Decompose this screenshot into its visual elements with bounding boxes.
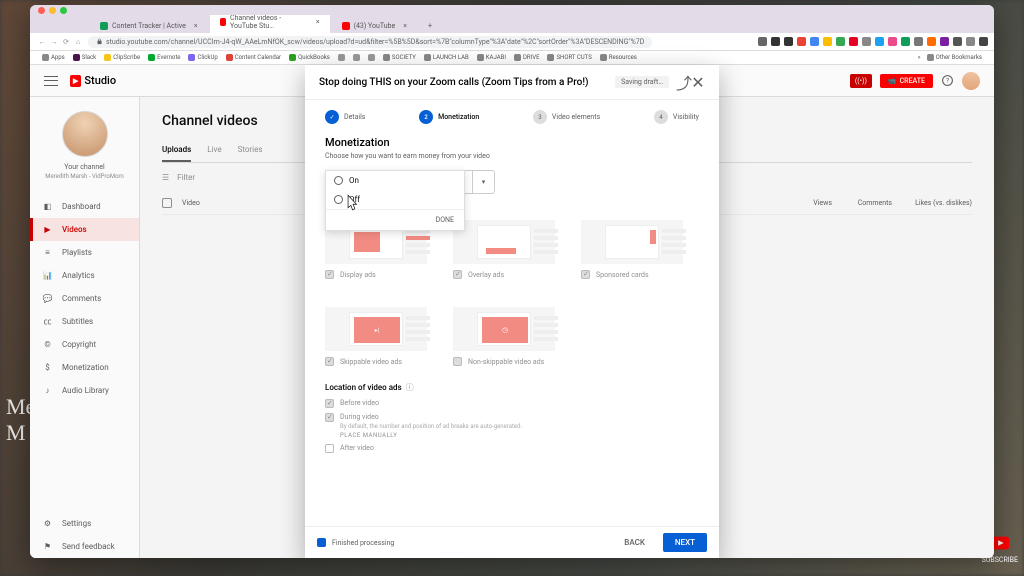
bookmark-item[interactable]: ClipScribe bbox=[104, 54, 140, 61]
bookmark-item[interactable] bbox=[353, 54, 360, 61]
modal-body: Monetization Choose how you want to earn… bbox=[305, 136, 719, 526]
bookmark-folder[interactable]: SHORT CUTS bbox=[547, 54, 591, 61]
modal-footer: Finished processing BACK NEXT bbox=[305, 526, 719, 558]
step-visibility[interactable]: 4Visibility bbox=[654, 110, 699, 124]
ad-location: Location of video adsⓘ Before video Duri… bbox=[325, 382, 699, 453]
checkbox-after[interactable] bbox=[325, 444, 334, 453]
titlebar bbox=[30, 5, 994, 15]
address-bar[interactable]: studio.youtube.com/channel/UCCIm-J4-qW_A… bbox=[88, 36, 652, 48]
bookmark-item[interactable]: Content Calendar bbox=[226, 54, 281, 61]
bookmark-item[interactable]: QuickBooks bbox=[289, 54, 330, 61]
traffic-lights[interactable] bbox=[38, 7, 67, 14]
tab-strip: Content Tracker | Active× Channel videos… bbox=[30, 15, 994, 33]
checkbox-during[interactable] bbox=[325, 413, 334, 422]
ad-type-overlay: Overlay ads bbox=[453, 220, 553, 279]
step-details[interactable]: ✓Details bbox=[325, 110, 365, 124]
close-icon: × bbox=[316, 18, 320, 26]
close-button[interactable]: ✕ bbox=[691, 75, 705, 89]
bookmark-folder[interactable]: Resources bbox=[600, 54, 637, 61]
back-button[interactable]: BACK bbox=[612, 533, 657, 552]
step-video-elements[interactable]: 3Video elements bbox=[533, 110, 600, 124]
modal-overlay: Stop doing THIS on your Zoom calls (Zoom… bbox=[30, 65, 994, 558]
bookmark-item[interactable]: ClickUp bbox=[188, 54, 217, 61]
checkbox-before[interactable] bbox=[325, 399, 334, 408]
bookmarks-bar: Apps Slack ClipScribe Evernote ClickUp C… bbox=[30, 51, 994, 65]
close-icon: × bbox=[194, 22, 198, 30]
location-title: Location of video ads bbox=[325, 383, 402, 392]
bookmark-item[interactable]: Evernote bbox=[148, 54, 180, 61]
upload-modal: Stop doing THIS on your Zoom calls (Zoom… bbox=[305, 65, 719, 558]
ad-types: Display ads Overlay ads Sponsored cards … bbox=[325, 220, 699, 366]
lock-icon bbox=[96, 38, 103, 45]
tab-3[interactable]: (43) YouTube× bbox=[332, 19, 417, 33]
ad-type-sponsored: Sponsored cards bbox=[581, 220, 681, 279]
nav-back-button[interactable]: ← bbox=[36, 38, 48, 46]
ad-type-nonskippable: ◷ Non-skippable video ads bbox=[453, 307, 553, 366]
help-icon[interactable]: ⓘ bbox=[406, 382, 414, 393]
check-icon: ✓ bbox=[325, 110, 339, 124]
bookmark-item[interactable] bbox=[338, 54, 345, 61]
browser-window: Content Tracker | Active× Channel videos… bbox=[30, 5, 994, 558]
step-monetization[interactable]: 2Monetization bbox=[419, 110, 479, 124]
place-manually-button[interactable]: PLACE MANUALLY bbox=[340, 432, 522, 439]
chevron-down-icon: ▾ bbox=[472, 171, 494, 193]
close-icon: × bbox=[403, 22, 407, 30]
bookmark-item[interactable] bbox=[368, 54, 375, 61]
option-on[interactable]: On bbox=[326, 171, 464, 190]
feedback-button[interactable]: ⤴ bbox=[677, 75, 691, 89]
url-text: studio.youtube.com/channel/UCCIm-J4-qW_A… bbox=[106, 38, 644, 46]
checkbox[interactable] bbox=[453, 270, 462, 279]
bookmark-folder[interactable]: SOCIETY bbox=[383, 54, 416, 61]
modal-header: Stop doing THIS on your Zoom calls (Zoom… bbox=[305, 65, 719, 100]
nav-reload-button[interactable]: ⟳ bbox=[60, 38, 72, 46]
extension-icons[interactable] bbox=[758, 37, 988, 46]
monetization-select: ▾ On Off DONE bbox=[325, 170, 699, 194]
nav-forward-button[interactable]: → bbox=[48, 38, 60, 46]
checkbox[interactable] bbox=[325, 270, 334, 279]
next-button[interactable]: NEXT bbox=[663, 533, 707, 552]
checkbox[interactable] bbox=[325, 357, 334, 366]
cursor-icon bbox=[343, 193, 361, 216]
other-bookmarks[interactable]: Other Bookmarks bbox=[927, 54, 982, 61]
modal-title: Stop doing THIS on your Zoom calls (Zoom… bbox=[319, 77, 615, 88]
section-subtitle: Choose how you want to earn money from y… bbox=[325, 152, 699, 160]
nav-home-button[interactable]: ⌂ bbox=[72, 38, 84, 46]
checkbox[interactable] bbox=[453, 357, 462, 366]
ad-type-skippable: ▸| Skippable video ads bbox=[325, 307, 425, 366]
checkbox[interactable] bbox=[581, 270, 590, 279]
url-bar: ← → ⟳ ⌂ studio.youtube.com/channel/UCCIm… bbox=[30, 33, 994, 51]
youtube-studio: ▶Studio Search across your channel ((•))… bbox=[30, 65, 994, 558]
bookmark-overflow[interactable]: » bbox=[918, 54, 921, 61]
bookmark-folder[interactable]: KAJABI bbox=[477, 54, 506, 61]
bookmark-item[interactable]: Slack bbox=[73, 54, 96, 61]
processing-status: Finished processing bbox=[317, 538, 394, 547]
bookmark-folder[interactable]: LAUNCH LAB bbox=[424, 54, 469, 61]
tab-1[interactable]: Content Tracker | Active× bbox=[90, 19, 208, 33]
status-icon bbox=[317, 538, 326, 547]
stepper: ✓Details 2Monetization 3Video elements 4… bbox=[305, 100, 719, 136]
bookmark-folder[interactable]: DRIVE bbox=[514, 54, 540, 61]
bookmarks-apps[interactable]: Apps bbox=[42, 54, 65, 61]
section-title: Monetization bbox=[325, 136, 699, 149]
saving-indicator: Saving draft… bbox=[615, 76, 669, 88]
new-tab-button[interactable]: + bbox=[419, 19, 441, 33]
